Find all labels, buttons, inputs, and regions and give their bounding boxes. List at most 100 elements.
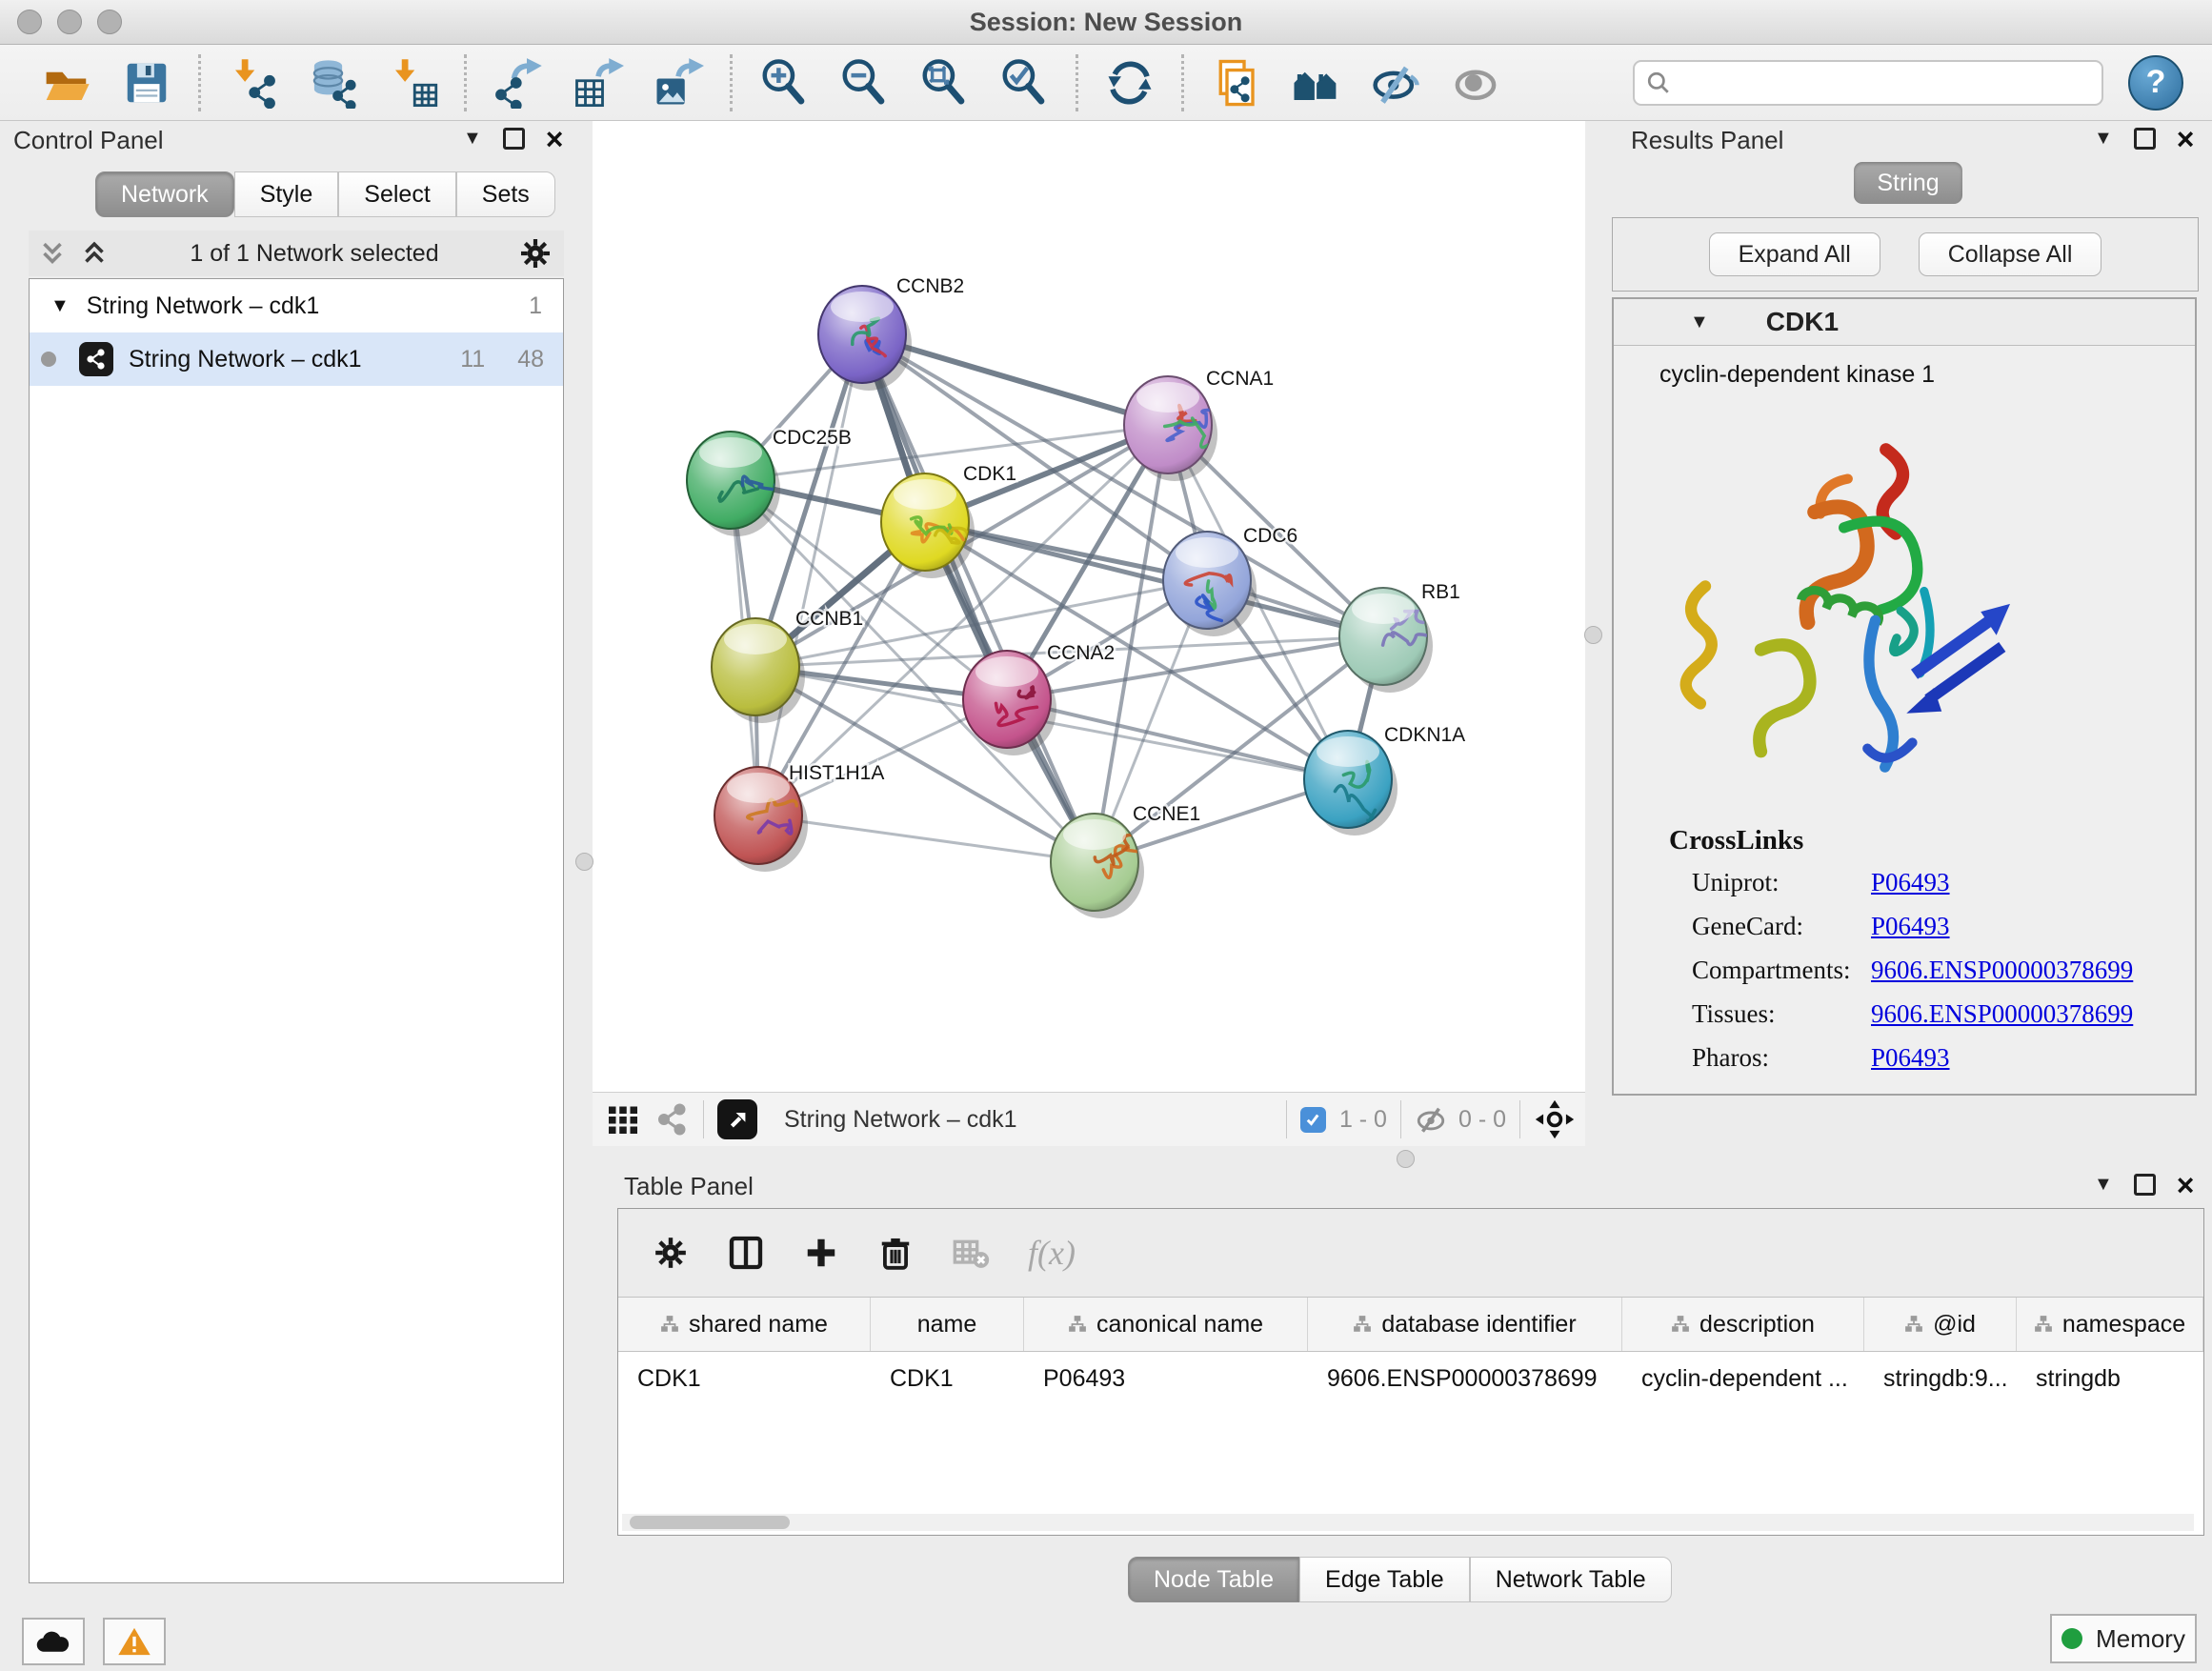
node-CCNB2[interactable]: CCNB2 bbox=[818, 275, 964, 391]
column-header--id[interactable]: @id bbox=[1864, 1298, 2017, 1351]
crosslink-link-genecard[interactable]: P06493 bbox=[1871, 912, 1950, 956]
open-session-button[interactable] bbox=[27, 52, 107, 113]
cell-canonical-name[interactable]: P06493 bbox=[1024, 1352, 1308, 1405]
collapse-all-button[interactable]: Collapse All bbox=[1919, 232, 2102, 276]
column-header-namespace[interactable]: namespace bbox=[2017, 1298, 2203, 1351]
vertical-splitter-handle-right[interactable] bbox=[1584, 626, 1602, 644]
network-view-mode-icon[interactable] bbox=[655, 1102, 690, 1137]
edge-CDK1-RB1[interactable] bbox=[925, 522, 1383, 636]
export-image-button[interactable] bbox=[638, 52, 718, 113]
tab-network-table[interactable]: Network Table bbox=[1470, 1557, 1672, 1602]
save-session-button[interactable] bbox=[107, 52, 187, 113]
column-header-name[interactable]: name bbox=[871, 1298, 1024, 1351]
zoom-fit-button[interactable] bbox=[904, 52, 984, 113]
zoom-selected-button[interactable] bbox=[984, 52, 1064, 113]
gear-icon[interactable] bbox=[518, 236, 553, 271]
grid-view-icon[interactable] bbox=[606, 1102, 640, 1137]
help-button[interactable]: ? bbox=[2128, 55, 2183, 111]
horizontal-splitter-handle[interactable] bbox=[1397, 1150, 1415, 1168]
show-all-button[interactable] bbox=[1436, 52, 1516, 113]
scrollbar-thumb[interactable] bbox=[630, 1516, 790, 1529]
results-entry-header[interactable]: ▼ CDK1 bbox=[1614, 299, 2195, 346]
node-CDKN1A[interactable]: CDKN1A bbox=[1304, 724, 1465, 836]
column-header-canonical-name[interactable]: canonical name bbox=[1024, 1298, 1308, 1351]
tab-style[interactable]: Style bbox=[234, 171, 339, 217]
table-horizontal-scrollbar[interactable] bbox=[622, 1514, 2194, 1531]
cell-name[interactable]: CDK1 bbox=[871, 1352, 1024, 1405]
node-CCNA2[interactable]: CCNA2 bbox=[963, 642, 1115, 755]
cell-shared-name[interactable]: CDK1 bbox=[618, 1352, 871, 1405]
crosslink-link-compartments[interactable]: 9606.ENSP00000378699 bbox=[1871, 956, 2133, 999]
node-CDC6[interactable]: CDC6 bbox=[1163, 525, 1297, 636]
add-column-button[interactable] bbox=[803, 1235, 839, 1271]
edge-CCNB2-CCNE1[interactable] bbox=[862, 334, 1095, 862]
expand-all-icon[interactable] bbox=[78, 237, 111, 270]
float-panel-icon[interactable] bbox=[2134, 1174, 2156, 1196]
export-table-button[interactable] bbox=[558, 52, 638, 113]
cell-description[interactable]: cyclin-dependent ... bbox=[1622, 1352, 1864, 1405]
first-neighbors-button[interactable] bbox=[1276, 52, 1356, 113]
close-panel-icon[interactable]: × bbox=[2177, 1176, 2195, 1195]
edge-HIST1H1A-CCNE1[interactable] bbox=[758, 815, 1095, 862]
import-table-button[interactable] bbox=[372, 52, 452, 113]
crosslink-link-uniprot[interactable]: P06493 bbox=[1871, 868, 1950, 912]
tab-node-table[interactable]: Node Table bbox=[1128, 1557, 1299, 1602]
table-settings-button[interactable] bbox=[653, 1235, 689, 1271]
node-CDC25B[interactable]: CDC25B bbox=[687, 427, 852, 536]
tab-network[interactable]: Network bbox=[95, 171, 234, 217]
column-header-database-identifier[interactable]: database identifier bbox=[1308, 1298, 1622, 1351]
table-data-row[interactable]: CDK1CDK1P064939606.ENSP00000378699cyclin… bbox=[618, 1352, 2203, 1405]
edge-CCNB2-HIST1H1A[interactable] bbox=[758, 334, 862, 815]
node-CCNA1[interactable]: CCNA1 bbox=[1124, 368, 1274, 481]
panel-menu-icon[interactable]: ▼ bbox=[2094, 128, 2113, 150]
cell-database-identifier[interactable]: 9606.ENSP00000378699 bbox=[1308, 1352, 1622, 1405]
zoom-out-button[interactable] bbox=[824, 52, 904, 113]
memory-button[interactable]: Memory bbox=[2050, 1614, 2197, 1663]
search-input[interactable] bbox=[1671, 69, 2075, 97]
column-header-shared-name[interactable]: shared name bbox=[618, 1298, 871, 1351]
selected-checkbox-icon[interactable] bbox=[1300, 1107, 1326, 1133]
entry-collapse-icon[interactable]: ▼ bbox=[1690, 312, 1709, 333]
hide-selected-button[interactable] bbox=[1356, 52, 1436, 113]
collapse-all-icon[interactable] bbox=[36, 237, 69, 270]
float-panel-icon[interactable] bbox=[503, 128, 525, 150]
import-network-database-button[interactable] bbox=[292, 52, 372, 113]
node-CDK1[interactable]: CDK1 bbox=[881, 463, 1016, 578]
results-tab-string[interactable]: String bbox=[1854, 162, 1962, 204]
show-columns-button[interactable] bbox=[727, 1234, 765, 1272]
collection-expand-icon[interactable]: ▼ bbox=[50, 295, 70, 317]
node-CCNE1[interactable]: CCNE1 bbox=[1051, 803, 1200, 918]
function-builder-button-disabled[interactable]: f(x) bbox=[1028, 1233, 1076, 1273]
network-row-selected[interactable]: String Network – cdk1 11 48 bbox=[30, 332, 563, 386]
close-panel-icon[interactable]: × bbox=[2177, 130, 2195, 149]
float-panel-icon[interactable] bbox=[2134, 128, 2156, 150]
warning-status-button[interactable] bbox=[103, 1618, 166, 1665]
tab-select[interactable]: Select bbox=[338, 171, 455, 217]
zoom-in-button[interactable] bbox=[744, 52, 824, 113]
network-collection-row[interactable]: ▼ String Network – cdk1 1 bbox=[30, 279, 563, 332]
node-HIST1H1A[interactable]: HIST1H1A bbox=[714, 762, 884, 872]
network-view-canvas[interactable]: CCNB2CCNA1CDC25BCDK1CDC6RB1CCNB1CCNA2CDK… bbox=[593, 121, 1585, 1092]
birds-eye-view-button[interactable] bbox=[717, 1099, 757, 1139]
navigate-crosshair-icon[interactable] bbox=[1534, 1098, 1576, 1140]
node-CCNB1[interactable]: CCNB1 bbox=[712, 608, 863, 723]
column-header-description[interactable]: description bbox=[1622, 1298, 1864, 1351]
tab-edge-table[interactable]: Edge Table bbox=[1299, 1557, 1470, 1602]
panel-menu-icon[interactable]: ▼ bbox=[2094, 1174, 2113, 1196]
delete-table-button-disabled[interactable] bbox=[952, 1234, 990, 1272]
panel-menu-icon[interactable]: ▼ bbox=[463, 128, 482, 150]
export-network-button[interactable] bbox=[478, 52, 558, 113]
apply-layout-button[interactable] bbox=[1090, 52, 1170, 113]
cloud-status-button[interactable] bbox=[22, 1618, 85, 1665]
network-from-selection-button[interactable] bbox=[1196, 52, 1276, 113]
crosslink-link-tissues[interactable]: 9606.ENSP00000378699 bbox=[1871, 999, 2133, 1043]
edge-CCNA2-CDKN1A[interactable] bbox=[1007, 699, 1348, 779]
tab-sets[interactable]: Sets bbox=[456, 171, 555, 217]
cell-namespace[interactable]: stringdb bbox=[2017, 1352, 2203, 1405]
import-network-file-button[interactable] bbox=[212, 52, 292, 113]
close-panel-icon[interactable]: × bbox=[546, 130, 564, 149]
vertical-splitter-handle-left[interactable] bbox=[575, 853, 593, 871]
expand-all-button[interactable]: Expand All bbox=[1709, 232, 1880, 276]
cell--id[interactable]: stringdb:9... bbox=[1864, 1352, 2017, 1405]
delete-column-button[interactable] bbox=[877, 1235, 914, 1271]
